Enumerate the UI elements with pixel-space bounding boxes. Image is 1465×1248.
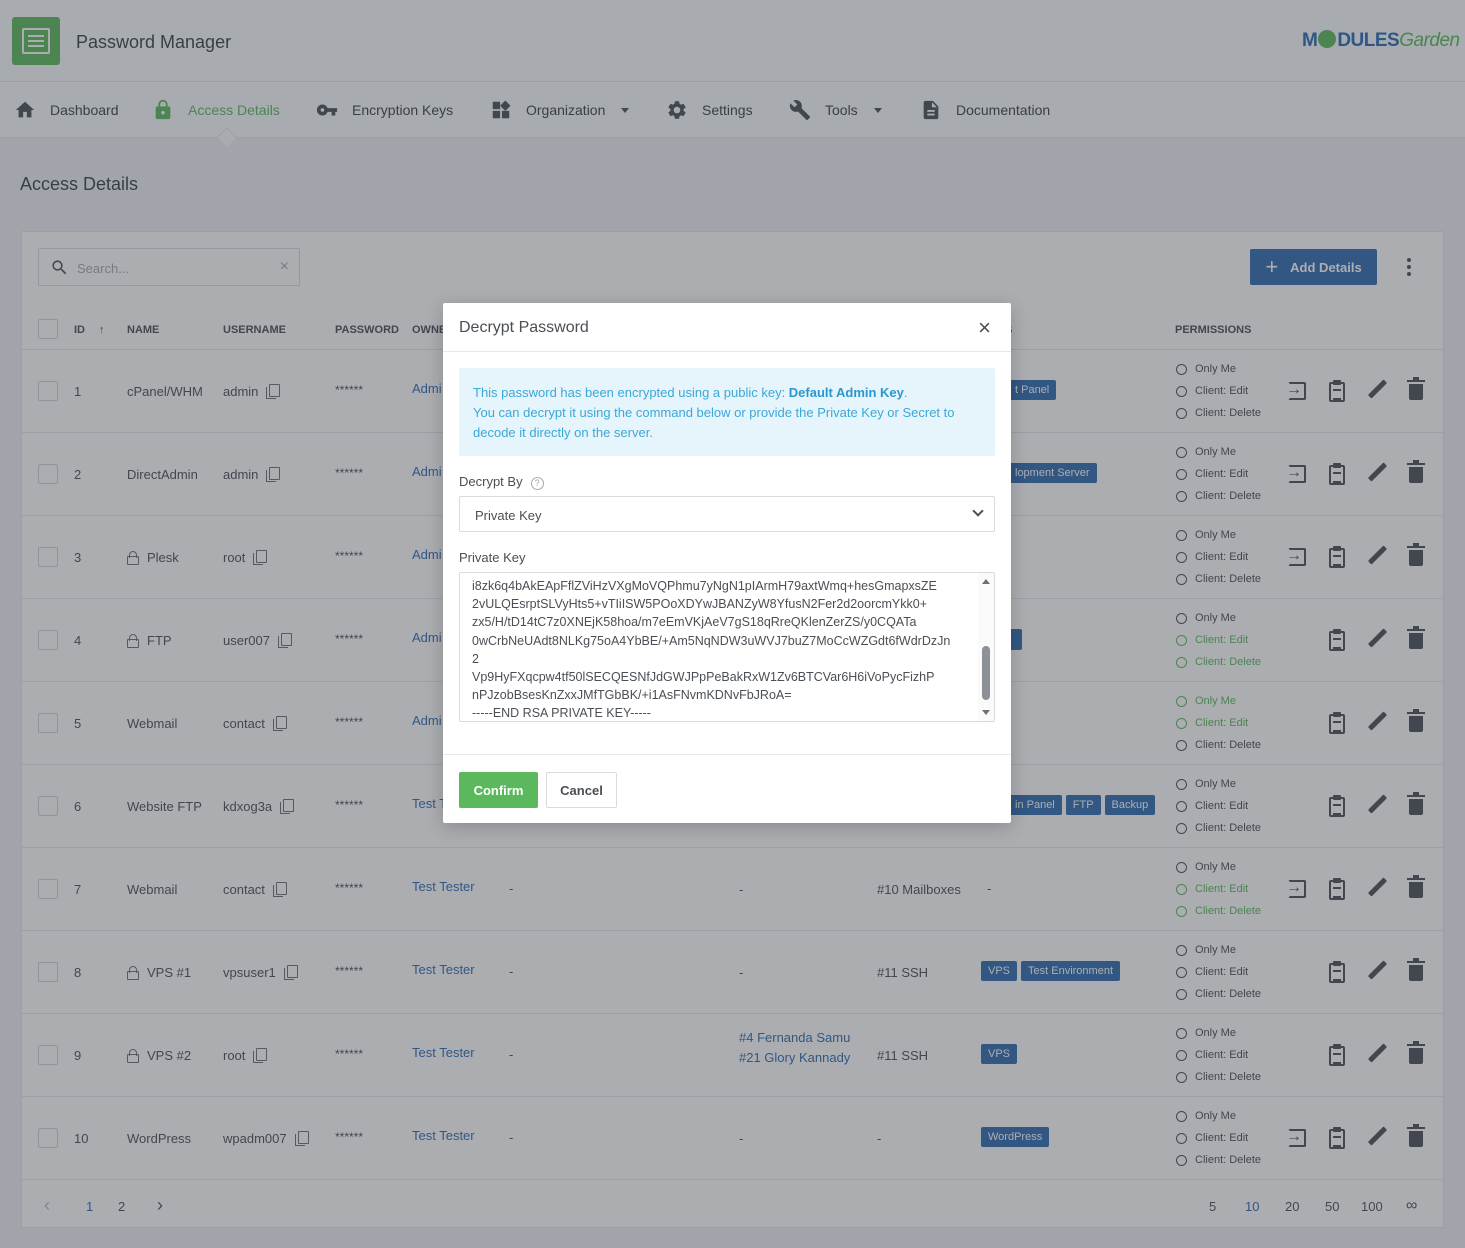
modal-footer: Confirm Cancel — [443, 754, 1011, 823]
private-key-line: -----END RSA PRIVATE KEY----- — [472, 706, 651, 721]
private-key-line: 2vULQEsrptSLVyHts5+vTIiISW5POoXDYwJBANZy… — [472, 597, 928, 612]
private-key-line: i8zk6q4bAkEApFflZViHzVXgMoVQPhmu7yNgN1pI… — [472, 579, 937, 593]
private-key-line: nPJzobBsesKnZxxJMfTGbBK/+i1AsFNvmKDNvFbJ… — [472, 688, 792, 703]
private-key-content: i8zk6q4bAkEApFflZViHzVXgMoVQPhmu7yNgN1pI… — [472, 577, 951, 721]
private-key-textarea[interactable]: i8zk6q4bAkEApFflZViHzVXgMoVQPhmu7yNgN1pI… — [459, 572, 995, 722]
decrypt-by-label: Decrypt By? — [459, 474, 544, 490]
private-key-line: 2 — [472, 651, 479, 666]
close-icon[interactable]: × — [978, 315, 991, 341]
decrypt-by-select[interactable]: Private Key — [459, 496, 995, 532]
help-icon[interactable]: ? — [530, 477, 544, 490]
private-key-line: 0wCrbNeUAdt8NLKg75oA4YbBE/+Am5NqNDW3uWVJ… — [472, 633, 951, 648]
modal-header: Decrypt Password × — [443, 303, 1011, 352]
textarea-scrollbar[interactable] — [978, 573, 994, 721]
public-key-name: Default Admin Key — [788, 385, 904, 400]
confirm-button[interactable]: Confirm — [459, 772, 538, 808]
decrypt-password-modal: Decrypt Password × This password has bee… — [443, 303, 1011, 823]
cancel-button[interactable]: Cancel — [546, 772, 617, 808]
private-key-line: zx5/H/tD14tC7z0XNEjK58hoa/m7eEmVKjAeV7gS… — [472, 615, 917, 630]
private-key-line: Vp9HyFXqcpw4tf50lSECQESNfJdGWJPpPeBakRxW… — [472, 670, 935, 685]
modal-title: Decrypt Password — [459, 319, 589, 336]
encryption-info-alert: This password has been encrypted using a… — [459, 368, 995, 456]
chevron-down-icon — [972, 505, 984, 517]
private-key-label: Private Key — [459, 550, 526, 565]
decrypt-by-value: Private Key — [475, 508, 542, 523]
